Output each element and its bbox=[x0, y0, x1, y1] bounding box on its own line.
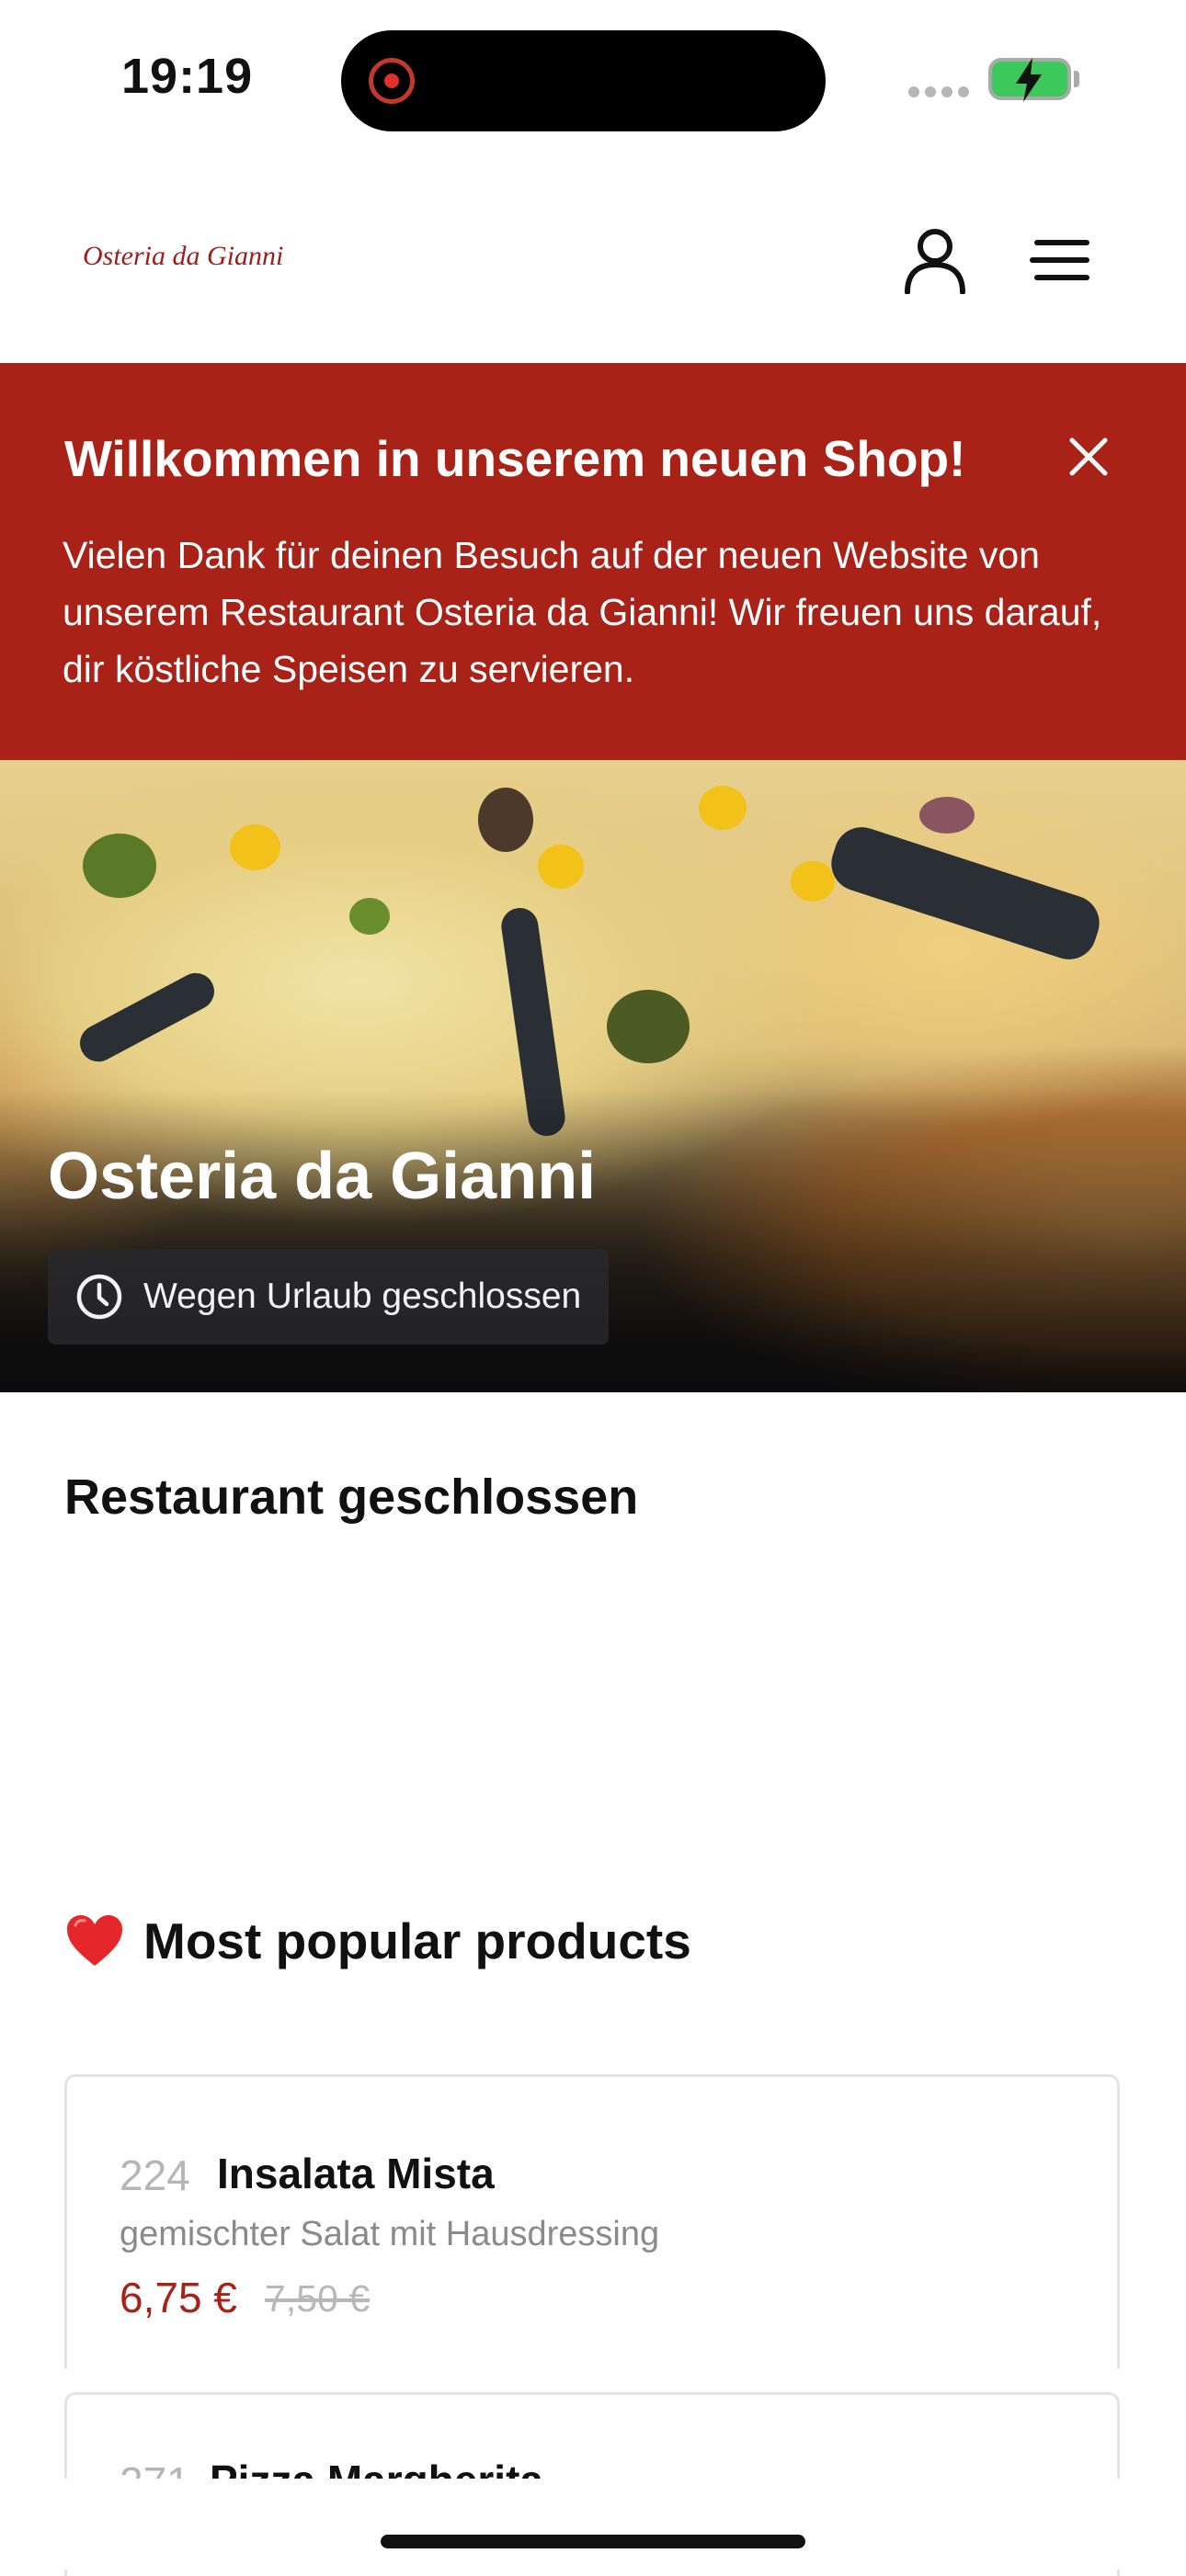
dynamic-island bbox=[341, 30, 826, 131]
topping bbox=[230, 824, 280, 870]
hero-gradient-overlay bbox=[0, 1089, 1186, 1392]
hero-image: Osteria da Gianni Wegen Urlaub geschloss… bbox=[0, 760, 1186, 1392]
topping bbox=[478, 788, 533, 852]
pizza-cut-gap bbox=[824, 820, 1107, 967]
banner-text: Vielen Dank für deinen Besuch auf der ne… bbox=[63, 534, 1102, 690]
banner-title: Willkommen in unserem neuen Shop! bbox=[64, 430, 966, 487]
charging-bolt-icon bbox=[1016, 58, 1042, 102]
popular-products-title: Most popular products bbox=[143, 1912, 691, 1969]
opening-status-badge: Wegen Urlaub geschlossen bbox=[48, 1249, 610, 1345]
topping bbox=[919, 797, 975, 834]
status-time: 19:19 bbox=[121, 49, 254, 104]
topping bbox=[607, 990, 690, 1063]
product-number: 224 bbox=[120, 2151, 190, 2199]
topping bbox=[699, 786, 747, 830]
home-indicator[interactable] bbox=[381, 2535, 805, 2548]
closed-heading: Restaurant geschlossen bbox=[64, 1470, 639, 1525]
user-account-icon[interactable] bbox=[903, 228, 967, 294]
topping bbox=[349, 898, 390, 935]
product-price: 6,75 € bbox=[120, 2274, 237, 2321]
topping bbox=[538, 845, 584, 889]
close-icon[interactable] bbox=[1066, 435, 1111, 479]
cellular-signal-icon bbox=[908, 86, 969, 97]
topping bbox=[791, 861, 835, 902]
status-bar: 19:19 bbox=[0, 0, 1186, 156]
opening-status-text: Wegen Urlaub geschlossen bbox=[143, 1277, 582, 1316]
bottom-safe-area bbox=[0, 2479, 1186, 2570]
product-description: gemischter Salat mit Hausdressing bbox=[120, 2215, 660, 2253]
heart-icon bbox=[67, 1915, 122, 1966]
popular-products-heading: Most popular products bbox=[64, 1912, 691, 1970]
product-card[interactable]: 224 Insalata Mista gemischter Salat mit … bbox=[64, 2074, 1120, 2368]
battery-cap bbox=[1074, 71, 1079, 87]
screen-recording-icon bbox=[369, 58, 415, 104]
topping bbox=[83, 834, 156, 898]
clock-icon bbox=[76, 1274, 122, 1320]
restaurant-logo[interactable]: Osteria da Gianni bbox=[83, 241, 283, 272]
welcome-banner: Willkommen in unserem neuen Shop! Vielen… bbox=[0, 363, 1186, 760]
site-header: Osteria da Gianni bbox=[0, 156, 1186, 366]
pizza-cut-gap bbox=[73, 966, 222, 1069]
restaurant-name: Osteria da Gianni bbox=[48, 1140, 597, 1213]
product-old-price: 7,50 € bbox=[265, 2277, 370, 2320]
product-name: Insalata Mista bbox=[217, 2150, 495, 2197]
hamburger-menu-icon[interactable] bbox=[1030, 239, 1090, 281]
